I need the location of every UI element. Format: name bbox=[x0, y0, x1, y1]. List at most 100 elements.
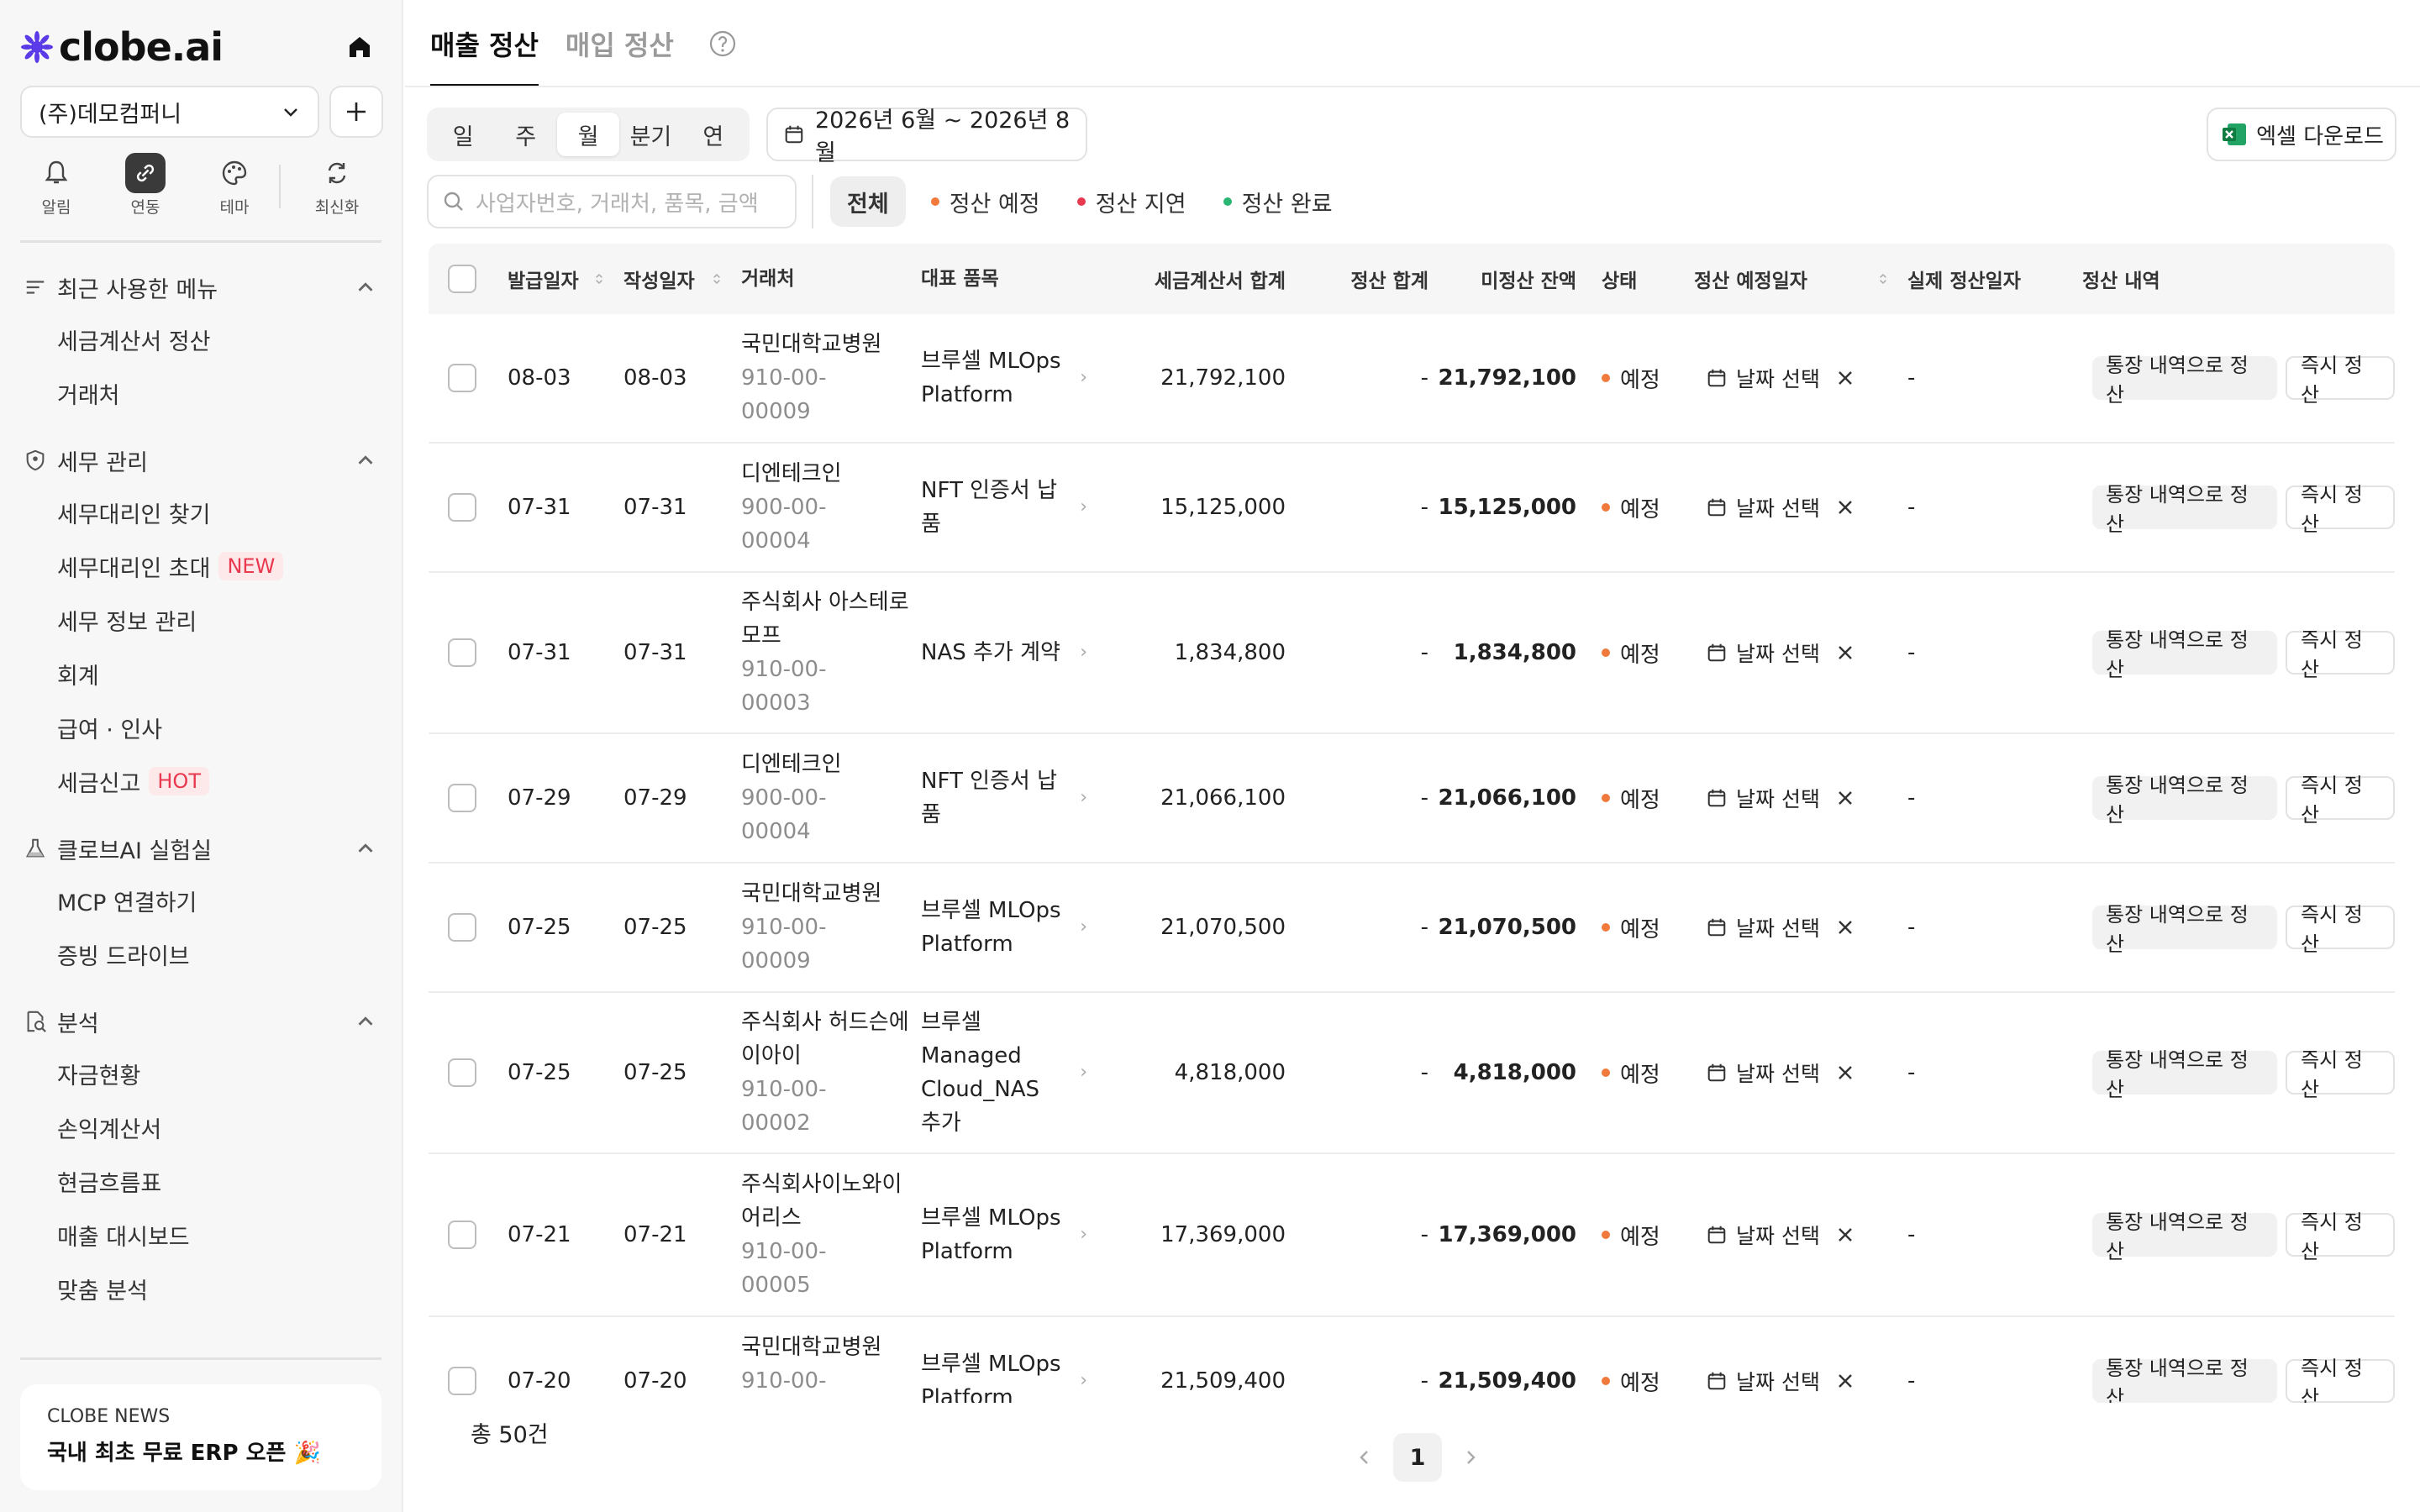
close-icon[interactable] bbox=[1835, 917, 1855, 937]
news-card[interactable]: CLOBE NEWS 국내 최초 무료 ERP 오픈 🎉 bbox=[20, 1384, 381, 1490]
filter-planned[interactable]: 정산 예정 bbox=[930, 186, 1040, 218]
next-page-icon[interactable] bbox=[1454, 1441, 1487, 1474]
sidebar-item-tax-invoice[interactable]: 세금계산서 정산 bbox=[20, 312, 383, 366]
sidebar-item-invite-accountant[interactable]: 세무대리인 초대 NEW bbox=[20, 539, 383, 593]
quick-link-button[interactable]: 연동 bbox=[109, 153, 182, 220]
settle-by-bank-button[interactable]: 통장 내역으로 정산 bbox=[2092, 628, 2277, 681]
col-write-date[interactable]: 작성일자 bbox=[612, 244, 729, 314]
client-cell[interactable]: 주식회사 허드슨에이아이 910-00- 00002 bbox=[729, 1005, 909, 1140]
settle-now-button[interactable]: 즉시 정산 bbox=[2286, 483, 2395, 536]
date-select-button[interactable]: 날짜 선택 bbox=[1706, 363, 1820, 393]
col-planned-date[interactable]: 정산 예정일자 bbox=[1682, 244, 1896, 314]
row-checkbox[interactable] bbox=[448, 913, 476, 942]
settle-by-bank-button[interactable]: 통장 내역으로 정산 bbox=[2092, 774, 2277, 827]
client-cell[interactable]: 디엔테크인 900-00- 00004 bbox=[729, 748, 909, 848]
filter-done[interactable]: 정산 완료 bbox=[1223, 186, 1333, 218]
page-number[interactable]: 1 bbox=[1393, 1433, 1442, 1482]
row-checkbox[interactable] bbox=[448, 493, 476, 522]
client-cell[interactable]: 국민대학교병원 910-00-00009 bbox=[729, 328, 909, 428]
sidebar-item-income-statement[interactable]: 손익계산서 bbox=[20, 1100, 383, 1154]
table-row[interactable]: 07-25 07-25 주식회사 허드슨에이아이 910-00- 00002 브루… bbox=[429, 993, 2395, 1154]
sidebar-item-accounting[interactable]: 회계 bbox=[20, 647, 383, 701]
sidebar-item-sales-dashboard[interactable]: 매출 대시보드 bbox=[20, 1208, 383, 1262]
filter-all[interactable]: 전체 bbox=[830, 176, 906, 227]
client-cell[interactable]: 주식회사이노와이어리스 910-00- 00005 bbox=[729, 1168, 909, 1302]
select-all-checkbox[interactable] bbox=[448, 265, 476, 293]
close-icon[interactable] bbox=[1835, 1063, 1855, 1083]
item-cell[interactable]: 브루셀 MLOps Platform › bbox=[909, 1201, 1099, 1268]
quick-theme-button[interactable]: 테마 bbox=[198, 153, 271, 220]
sidebar-item-payroll[interactable]: 급여 · 인사 bbox=[20, 701, 383, 754]
nav-section-analysis[interactable]: 분석 bbox=[20, 996, 383, 1047]
period-month-button[interactable]: 월 bbox=[556, 113, 620, 156]
search-input[interactable]: 사업자번호, 거래처, 품목, 금액 bbox=[427, 175, 797, 228]
date-select-button[interactable]: 날짜 선택 bbox=[1706, 1058, 1820, 1088]
sidebar-item-evidence-drive[interactable]: 증빙 드라이브 bbox=[20, 927, 383, 981]
excel-download-button[interactable]: 엑셀 다운로드 bbox=[2207, 108, 2396, 161]
nav-section-lab[interactable]: 클로브AI 실험실 bbox=[20, 823, 383, 874]
table-row[interactable]: 07-31 07-31 디엔테크인 900-00- 00004 NFT 인증서 납… bbox=[429, 444, 2395, 573]
settle-by-bank-button[interactable]: 통장 내역으로 정산 bbox=[2092, 903, 2277, 956]
sidebar-item-mcp[interactable]: MCP 연결하기 bbox=[20, 874, 383, 927]
sidebar-item-find-accountant[interactable]: 세무대리인 찾기 bbox=[20, 486, 383, 539]
table-row[interactable]: 07-21 07-21 주식회사이노와이어리스 910-00- 00005 브루셀… bbox=[429, 1154, 2395, 1317]
home-icon[interactable] bbox=[343, 30, 376, 64]
client-cell[interactable]: 주식회사 아스테로모프 910-00- 00003 bbox=[729, 585, 909, 720]
table-row[interactable]: 07-25 07-25 국민대학교병원 910-00- 00009 브루셀 MLO… bbox=[429, 864, 2395, 993]
col-issue-date[interactable]: 발급일자 bbox=[496, 244, 612, 314]
client-cell[interactable]: 국민대학교병원 910-00-00009 bbox=[729, 877, 909, 978]
close-icon[interactable] bbox=[1835, 497, 1855, 517]
settle-now-button[interactable]: 즉시 정산 bbox=[2286, 628, 2395, 681]
date-select-button[interactable]: 날짜 선택 bbox=[1706, 492, 1820, 522]
date-range-picker[interactable]: 2026년 6월 ~ 2026년 8월 bbox=[766, 108, 1087, 166]
sidebar-item-funds[interactable]: 자금현황 bbox=[20, 1047, 383, 1100]
settle-now-button[interactable]: 즉시 정산 bbox=[2286, 1210, 2395, 1263]
close-icon[interactable] bbox=[1835, 1225, 1855, 1245]
item-cell[interactable]: 브루셀 Managed Cloud_NAS 추가 › bbox=[909, 1005, 1099, 1140]
period-quarter-button[interactable]: 분기 bbox=[619, 113, 681, 156]
settle-now-button[interactable]: 즉시 정산 bbox=[2286, 1357, 2395, 1403]
close-icon[interactable] bbox=[1835, 788, 1855, 808]
date-select-button[interactable]: 날짜 선택 bbox=[1706, 638, 1820, 668]
settle-by-bank-button[interactable]: 통장 내역으로 정산 bbox=[2092, 483, 2277, 536]
row-checkbox[interactable] bbox=[448, 1221, 476, 1249]
logo[interactable]: clobe.ai bbox=[20, 24, 383, 71]
item-cell[interactable]: NFT 인증서 납품 › bbox=[909, 474, 1099, 541]
tab-sales-settlement[interactable]: 매출 정산 bbox=[430, 0, 539, 87]
item-cell[interactable]: NFT 인증서 납품 › bbox=[909, 764, 1099, 832]
period-week-button[interactable]: 주 bbox=[494, 113, 556, 156]
row-checkbox[interactable] bbox=[448, 784, 476, 812]
table-row[interactable]: 07-31 07-31 주식회사 아스테로모프 910-00- 00003 NAS… bbox=[429, 573, 2395, 734]
date-select-button[interactable]: 날짜 선택 bbox=[1706, 783, 1820, 813]
client-cell[interactable]: 국민대학교병원 910-00-00009 bbox=[729, 1331, 909, 1403]
row-checkbox[interactable] bbox=[448, 364, 476, 392]
close-icon[interactable] bbox=[1835, 1371, 1855, 1391]
settle-by-bank-button[interactable]: 통장 내역으로 정산 bbox=[2092, 354, 2277, 407]
company-select[interactable]: (주)데모컴퍼니 bbox=[20, 86, 319, 138]
row-checkbox[interactable] bbox=[448, 638, 476, 667]
row-checkbox[interactable] bbox=[448, 1058, 476, 1087]
settle-now-button[interactable]: 즉시 정산 bbox=[2286, 354, 2395, 407]
settle-by-bank-button[interactable]: 통장 내역으로 정산 bbox=[2092, 1048, 2277, 1101]
table-row[interactable]: 08-03 08-03 국민대학교병원 910-00- 00009 브루셀 MLO… bbox=[429, 314, 2395, 444]
settle-now-button[interactable]: 즉시 정산 bbox=[2286, 903, 2395, 956]
item-cell[interactable]: 브루셀 MLOps Platform › bbox=[909, 1347, 1099, 1403]
item-cell[interactable]: 브루셀 MLOps Platform › bbox=[909, 344, 1099, 412]
row-checkbox[interactable] bbox=[448, 1367, 476, 1395]
period-day-button[interactable]: 일 bbox=[432, 113, 494, 156]
add-company-button[interactable] bbox=[329, 86, 383, 138]
settle-by-bank-button[interactable]: 통장 내역으로 정산 bbox=[2092, 1210, 2277, 1263]
client-cell[interactable]: 디엔테크인 900-00- 00004 bbox=[729, 457, 909, 558]
nav-section-recent[interactable]: 최근 사용한 메뉴 bbox=[20, 262, 383, 312]
sidebar-item-tax-info[interactable]: 세무 정보 관리 bbox=[20, 593, 383, 647]
table-row[interactable]: 07-20 07-20 국민대학교병원 910-00-00009 브루셀 MLO… bbox=[429, 1317, 2395, 1403]
quick-alert-button[interactable]: 알림 bbox=[20, 153, 92, 220]
period-year-button[interactable]: 연 bbox=[682, 113, 744, 156]
sidebar-item-tax-report[interactable]: 세금신고 HOT bbox=[20, 754, 383, 808]
quick-refresh-button[interactable]: 최신화 bbox=[301, 153, 373, 220]
tab-purchase-settlement[interactable]: 매입 정산 bbox=[566, 0, 674, 87]
sidebar-item-cash-flow[interactable]: 현금흐름표 bbox=[20, 1154, 383, 1208]
table-row[interactable]: 07-29 07-29 디엔테크인 900-00- 00004 NFT 인증서 납… bbox=[429, 734, 2395, 864]
close-icon[interactable] bbox=[1835, 368, 1855, 388]
nav-section-tax[interactable]: 세무 관리 bbox=[20, 435, 383, 486]
